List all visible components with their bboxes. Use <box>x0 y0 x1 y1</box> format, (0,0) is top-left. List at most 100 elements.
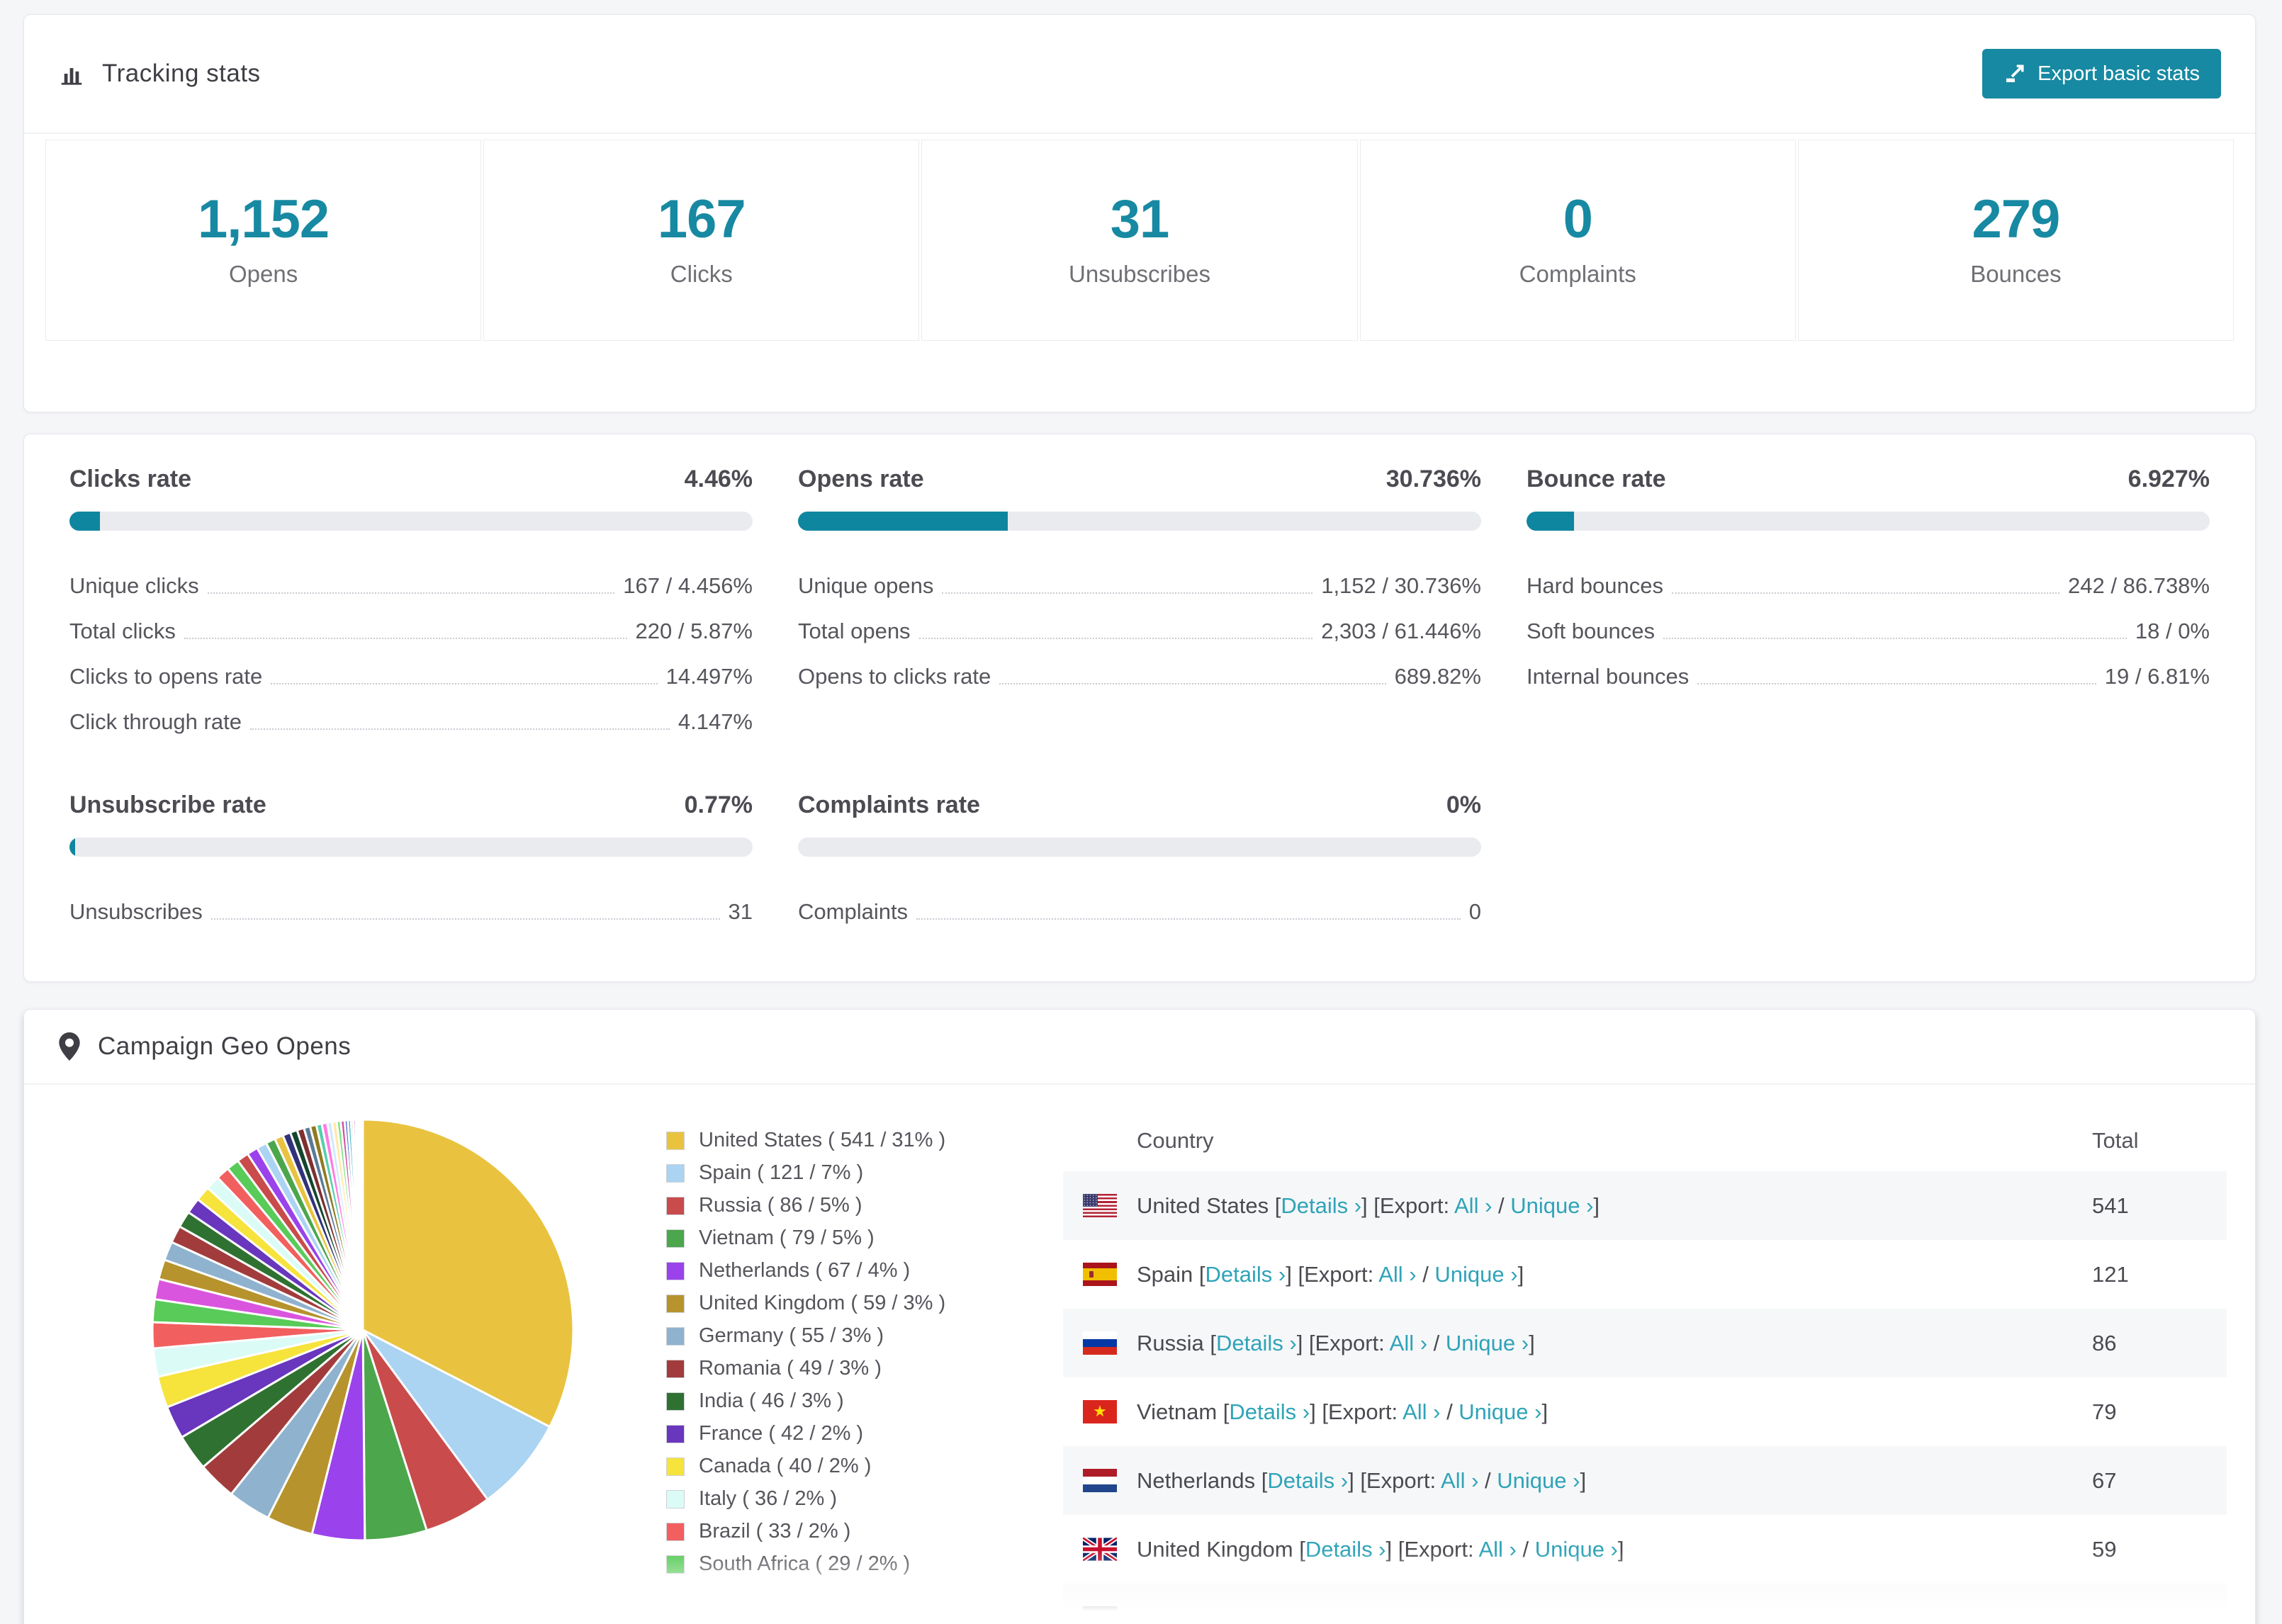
rate-stat-row: Click through rate 4.147% <box>69 699 753 745</box>
export-all-link-vietnam[interactable]: All › <box>1403 1399 1440 1424</box>
dotted-leader <box>999 683 1386 684</box>
bar-chart-icon <box>58 60 85 87</box>
rate-row-label: Click through rate <box>69 709 242 734</box>
campaign-geo-opens-card: Campaign Geo Opens United States ( 541 /… <box>23 1009 2256 1624</box>
legend-label: Russia ( 86 / 5% ) <box>699 1194 862 1217</box>
export-all-link-spain[interactable]: All › <box>1378 1262 1416 1287</box>
total-value: 67 <box>2092 1467 2117 1493</box>
rate-stat-row: Unique clicks 167 / 4.456% <box>69 563 753 609</box>
dotted-leader <box>1663 638 2127 639</box>
export-label-text: ] [Export: <box>1320 1605 1413 1624</box>
geo-header: Campaign Geo Opens <box>24 1010 2255 1085</box>
rate-rows: Unique clicks 167 / 4.456% Total clicks 220… <box>69 563 753 745</box>
rate-stat-row: Opens to clicks rate 689.82% <box>798 654 1481 699</box>
rate-rows: Hard bounces 242 / 86.738% Soft bounces 18 … <box>1527 563 2210 699</box>
total-value: 121 <box>2092 1261 2129 1287</box>
export-unique-link-russia[interactable]: Unique › <box>1446 1331 1529 1355</box>
legend-item-netherlands[interactable]: Netherlands ( 67 / 4% ) <box>666 1259 1063 1282</box>
export-all-link-united-states[interactable]: All › <box>1454 1193 1492 1218</box>
table-row-vietnam: ★ Vietnam [Details ›] [Export: All › / Un… <box>1063 1377 2227 1446</box>
rate-rows: Complaints 0 <box>798 889 1481 935</box>
details-link-russia[interactable]: Details › <box>1216 1331 1297 1355</box>
rate-stat-row: Total clicks 220 / 5.87% <box>69 609 753 654</box>
progress-bar-track <box>798 838 1481 857</box>
rate-title: Bounce rate <box>1527 466 1666 492</box>
stat-card-complaints: 0 Complaints <box>1359 140 1796 341</box>
legend-label: Brazil ( 33 / 2% ) <box>699 1520 851 1543</box>
legend-item-spain[interactable]: Spain ( 121 / 7% ) <box>666 1161 1063 1185</box>
legend-item-france[interactable]: France ( 42 / 2% ) <box>666 1422 1063 1445</box>
rate-row-value: 689.82% <box>1394 664 1481 689</box>
legend-item-india[interactable]: India ( 46 / 3% ) <box>666 1389 1063 1413</box>
legend-item-italy[interactable]: Italy ( 36 / 2% ) <box>666 1487 1063 1511</box>
export-all-link-netherlands[interactable]: All › <box>1441 1468 1478 1493</box>
stats-row: 1,152 Opens 167 Clicks 31 Unsubscribes 0 Compla… <box>45 140 2235 341</box>
export-all-link-russia[interactable]: All › <box>1390 1331 1427 1355</box>
country-text: Spain [Details ›] [Export: All › / Uniqu… <box>1137 1262 1524 1287</box>
table-row-united-kingdom: United Kingdom [Details ›] [Export: All … <box>1063 1515 2227 1584</box>
details-link-vietnam[interactable]: Details › <box>1229 1399 1310 1424</box>
details-link-spain[interactable]: Details › <box>1205 1262 1286 1287</box>
export-all-link-germany[interactable]: All › <box>1412 1606 1450 1624</box>
rate-block-complaints-rate: Complaints rate 0% Complaints 0 <box>798 791 1481 935</box>
export-unique-link-vietnam[interactable]: Unique › <box>1458 1399 1541 1424</box>
export-label-text: ] [Export: <box>1296 1330 1390 1355</box>
legend-label: Germany ( 55 / 3% ) <box>699 1324 884 1347</box>
export-unique-link-spain[interactable]: Unique › <box>1434 1262 1517 1287</box>
legend-item-brazil[interactable]: Brazil ( 33 / 2% ) <box>666 1520 1063 1543</box>
rate-row-label: Unique clicks <box>69 573 199 598</box>
rate-row-value: 220 / 5.87% <box>635 619 753 643</box>
legend-item-romania[interactable]: Romania ( 49 / 3% ) <box>666 1357 1063 1380</box>
table-row-netherlands: Netherlands [Details ›] [Export: All › /… <box>1063 1446 2227 1515</box>
export-unique-link-netherlands[interactable]: Unique › <box>1497 1468 1580 1493</box>
legend-item-russia[interactable]: Russia ( 86 / 5% ) <box>666 1194 1063 1217</box>
table-row-spain: Spain [Details ›] [Export: All › / Uniqu… <box>1063 1240 2227 1309</box>
rate-head: Complaints rate 0% <box>798 791 1481 819</box>
slash-text: / <box>1450 1605 1469 1624</box>
stat-label: Clicks <box>670 261 733 287</box>
bracket-close-text: ] <box>1529 1330 1535 1355</box>
legend-label: Romania ( 49 / 3% ) <box>699 1357 882 1380</box>
rate-row-label: Opens to clicks rate <box>798 664 991 689</box>
pie-slice-other-49[interactable] <box>361 1118 364 1331</box>
bracket-close-text: ] <box>1593 1192 1600 1218</box>
export-label-text: ] [Export: <box>1361 1192 1454 1218</box>
legend-swatch-icon <box>666 1424 685 1443</box>
rate-stat-row: Unique opens 1,152 / 30.736% <box>798 563 1481 609</box>
stat-card-clicks: 167 Clicks <box>483 140 920 341</box>
rate-stat-row: Unsubscribes 31 <box>69 889 753 935</box>
legend-label: United Kingdom ( 59 / 3% ) <box>699 1292 946 1314</box>
export-basic-stats-button[interactable]: Export basic stats <box>1982 49 2221 98</box>
details-link-germany[interactable]: Details › <box>1240 1606 1320 1624</box>
details-link-united-states[interactable]: Details › <box>1281 1193 1361 1218</box>
export-all-link-united-kingdom[interactable]: All › <box>1478 1537 1516 1562</box>
legend-item-vietnam[interactable]: Vietnam ( 79 / 5% ) <box>666 1227 1063 1250</box>
legend-item-south-africa[interactable]: South Africa ( 29 / 2% ) <box>666 1552 1063 1576</box>
details-link-united-kingdom[interactable]: Details › <box>1305 1537 1386 1562</box>
legend-swatch-icon <box>666 1359 685 1378</box>
country-name: Vietnam <box>1137 1399 1218 1424</box>
country-text: Netherlands [Details ›] [Export: All › /… <box>1137 1468 1586 1494</box>
details-link-netherlands[interactable]: Details › <box>1267 1468 1348 1493</box>
legend-item-united-states[interactable]: United States ( 541 / 31% ) <box>666 1129 1063 1152</box>
legend-swatch-icon <box>666 1489 685 1509</box>
legend-item-canada[interactable]: Canada ( 40 / 2% ) <box>666 1455 1063 1478</box>
progress-bar-fill <box>1527 512 1574 531</box>
export-unique-link-germany[interactable]: Unique › <box>1469 1606 1552 1624</box>
legend-item-germany[interactable]: Germany ( 55 / 3% ) <box>666 1324 1063 1348</box>
stat-card-bounces: 279 Bounces <box>1797 140 2235 341</box>
slash-text: / <box>1427 1330 1446 1355</box>
legend-item-united-kingdom[interactable]: United Kingdom ( 59 / 3% ) <box>666 1292 1063 1315</box>
legend-label: France ( 42 / 2% ) <box>699 1422 864 1445</box>
export-unique-link-united-states[interactable]: Unique › <box>1510 1193 1593 1218</box>
tracking-stats-header: Tracking stats Export basic stats <box>24 15 2255 134</box>
rate-row-value: 2,303 / 61.446% <box>1321 619 1481 643</box>
country-cell: Germany [Details ›] [Export: All › / Uni… <box>1063 1606 2092 1624</box>
rate-row-value: 167 / 4.456% <box>623 573 753 598</box>
legend-label: Italy ( 36 / 2% ) <box>699 1487 838 1510</box>
rate-value: 6.927% <box>2128 466 2210 492</box>
dotted-leader <box>249 728 670 730</box>
export-unique-link-united-kingdom[interactable]: Unique › <box>1535 1537 1618 1562</box>
dotted-leader <box>942 592 1313 594</box>
legend-swatch-icon <box>666 1163 685 1183</box>
